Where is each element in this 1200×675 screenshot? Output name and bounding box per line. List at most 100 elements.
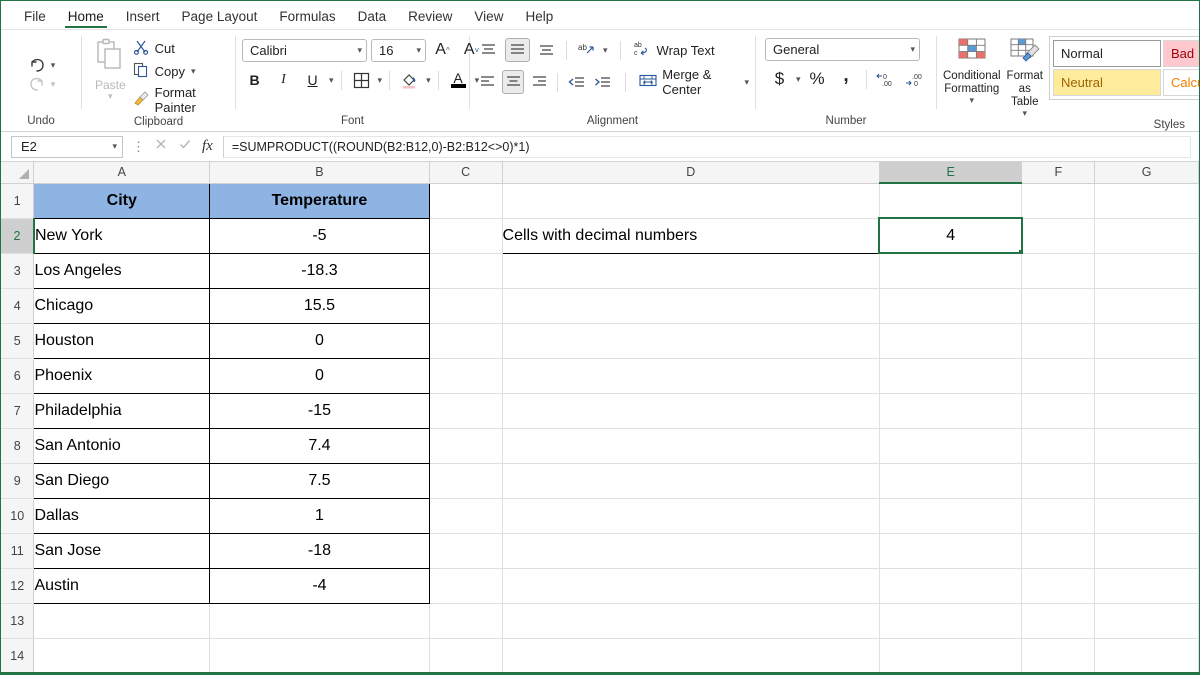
- select-all-corner[interactable]: [1, 162, 34, 183]
- cell-b2[interactable]: -5: [210, 218, 430, 253]
- cell-f14[interactable]: [1022, 638, 1095, 673]
- orientation-dropdown-icon[interactable]: ▾: [603, 46, 608, 55]
- cell-b1[interactable]: Temperature: [210, 183, 430, 218]
- underline-button[interactable]: U: [300, 68, 325, 92]
- row-header-10[interactable]: 10: [1, 498, 34, 533]
- row-header-8[interactable]: 8: [1, 428, 34, 463]
- cell-a9[interactable]: San Diego: [34, 463, 210, 498]
- cell-c7[interactable]: [429, 393, 502, 428]
- cell-g12[interactable]: [1095, 568, 1199, 603]
- align-middle-button[interactable]: [505, 38, 530, 62]
- cell-e3[interactable]: [879, 253, 1022, 288]
- cell-d12[interactable]: [502, 568, 879, 603]
- cell-e4[interactable]: [879, 288, 1022, 323]
- column-header-e[interactable]: E: [879, 162, 1022, 183]
- cell-f4[interactable]: [1022, 288, 1095, 323]
- cell-b3[interactable]: -18.3: [210, 253, 430, 288]
- cell-c9[interactable]: [429, 463, 502, 498]
- italic-button[interactable]: I: [271, 68, 296, 92]
- borders-button[interactable]: [349, 68, 374, 92]
- formula-bar-menu-icon[interactable]: ⋮: [123, 139, 154, 155]
- undo-dropdown-icon[interactable]: ▾: [51, 61, 56, 70]
- cell-a10[interactable]: Dallas: [34, 498, 210, 533]
- tab-review[interactable]: Review: [397, 7, 463, 29]
- cell-e9[interactable]: [879, 463, 1022, 498]
- cell-d13[interactable]: [502, 603, 879, 638]
- conditional-formatting-dropdown-icon[interactable]: ▾: [970, 96, 975, 105]
- row-header-7[interactable]: 7: [1, 393, 34, 428]
- cell-g1[interactable]: [1095, 183, 1199, 218]
- cell-c6[interactable]: [429, 358, 502, 393]
- cell-b14[interactable]: [210, 638, 430, 673]
- fill-color-dropdown-icon[interactable]: ▾: [426, 76, 431, 85]
- cell-e10[interactable]: [879, 498, 1022, 533]
- cell-c5[interactable]: [429, 323, 502, 358]
- cell-c4[interactable]: [429, 288, 502, 323]
- cell-g11[interactable]: [1095, 533, 1199, 568]
- cell-c11[interactable]: [429, 533, 502, 568]
- cell-style-neutral[interactable]: Neutral: [1053, 69, 1161, 96]
- cell-f9[interactable]: [1022, 463, 1095, 498]
- cell-e1[interactable]: [879, 183, 1022, 218]
- column-header-b[interactable]: B: [210, 162, 430, 183]
- cell-f1[interactable]: [1022, 183, 1095, 218]
- cell-g9[interactable]: [1095, 463, 1199, 498]
- cell-f11[interactable]: [1022, 533, 1095, 568]
- cell-g4[interactable]: [1095, 288, 1199, 323]
- cell-e8[interactable]: [879, 428, 1022, 463]
- fill-handle[interactable]: [1018, 249, 1022, 253]
- cell-b11[interactable]: -18: [210, 533, 430, 568]
- chevron-down-icon[interactable]: ▾: [112, 142, 117, 151]
- cell-c1[interactable]: [429, 183, 502, 218]
- cell-g13[interactable]: [1095, 603, 1199, 638]
- cell-a7[interactable]: Philadelphia: [34, 393, 210, 428]
- cell-b12[interactable]: -4: [210, 568, 430, 603]
- cell-d11[interactable]: [502, 533, 879, 568]
- currency-button[interactable]: $: [767, 67, 792, 91]
- cell-f10[interactable]: [1022, 498, 1095, 533]
- orientation-button[interactable]: ab: [574, 38, 599, 62]
- row-header-2[interactable]: 2: [1, 218, 34, 253]
- row-header-9[interactable]: 9: [1, 463, 34, 498]
- cell-d3[interactable]: [502, 253, 879, 288]
- cell-f13[interactable]: [1022, 603, 1095, 638]
- cell-a8[interactable]: San Antonio: [34, 428, 210, 463]
- cell-e11[interactable]: [879, 533, 1022, 568]
- currency-dropdown-icon[interactable]: ▾: [796, 75, 801, 84]
- cell-b8[interactable]: 7.4: [210, 428, 430, 463]
- cell-d4[interactable]: [502, 288, 879, 323]
- cell-e2[interactable]: 4: [879, 218, 1022, 253]
- cell-g6[interactable]: [1095, 358, 1199, 393]
- cell-f12[interactable]: [1022, 568, 1095, 603]
- align-center-button[interactable]: [502, 70, 524, 94]
- wrap-text-button[interactable]: abc Wrap Text: [634, 40, 715, 60]
- tab-page-layout[interactable]: Page Layout: [171, 7, 269, 29]
- column-header-a[interactable]: A: [34, 162, 210, 183]
- cell-d2[interactable]: Cells with decimal numbers: [502, 218, 879, 253]
- align-top-button[interactable]: [476, 38, 501, 62]
- cell-f5[interactable]: [1022, 323, 1095, 358]
- cell-d8[interactable]: [502, 428, 879, 463]
- cell-a2[interactable]: New York: [34, 218, 210, 253]
- font-name-combo[interactable]: Calibri ▾: [242, 39, 367, 62]
- cell-style-normal[interactable]: Normal: [1053, 40, 1161, 67]
- tab-formulas[interactable]: Formulas: [268, 7, 346, 29]
- merge-center-button[interactable]: Merge & Center ▾: [639, 67, 749, 97]
- cell-b4[interactable]: 15.5: [210, 288, 430, 323]
- cell-a3[interactable]: Los Angeles: [34, 253, 210, 288]
- font-color-button[interactable]: A: [446, 68, 471, 92]
- cell-b6[interactable]: 0: [210, 358, 430, 393]
- increase-font-size-button[interactable]: A^: [430, 38, 455, 62]
- cell-c14[interactable]: [429, 638, 502, 673]
- cell-b9[interactable]: 7.5: [210, 463, 430, 498]
- borders-dropdown-icon[interactable]: ▾: [378, 76, 383, 85]
- tab-file[interactable]: File: [13, 7, 57, 29]
- cell-f2[interactable]: [1022, 218, 1095, 253]
- cell-e6[interactable]: [879, 358, 1022, 393]
- name-box[interactable]: E2 ▾: [11, 136, 123, 158]
- cell-a14[interactable]: [34, 638, 210, 673]
- number-format-combo[interactable]: General ▾: [765, 38, 920, 61]
- row-header-11[interactable]: 11: [1, 533, 34, 568]
- row-header-3[interactable]: 3: [1, 253, 34, 288]
- cell-d10[interactable]: [502, 498, 879, 533]
